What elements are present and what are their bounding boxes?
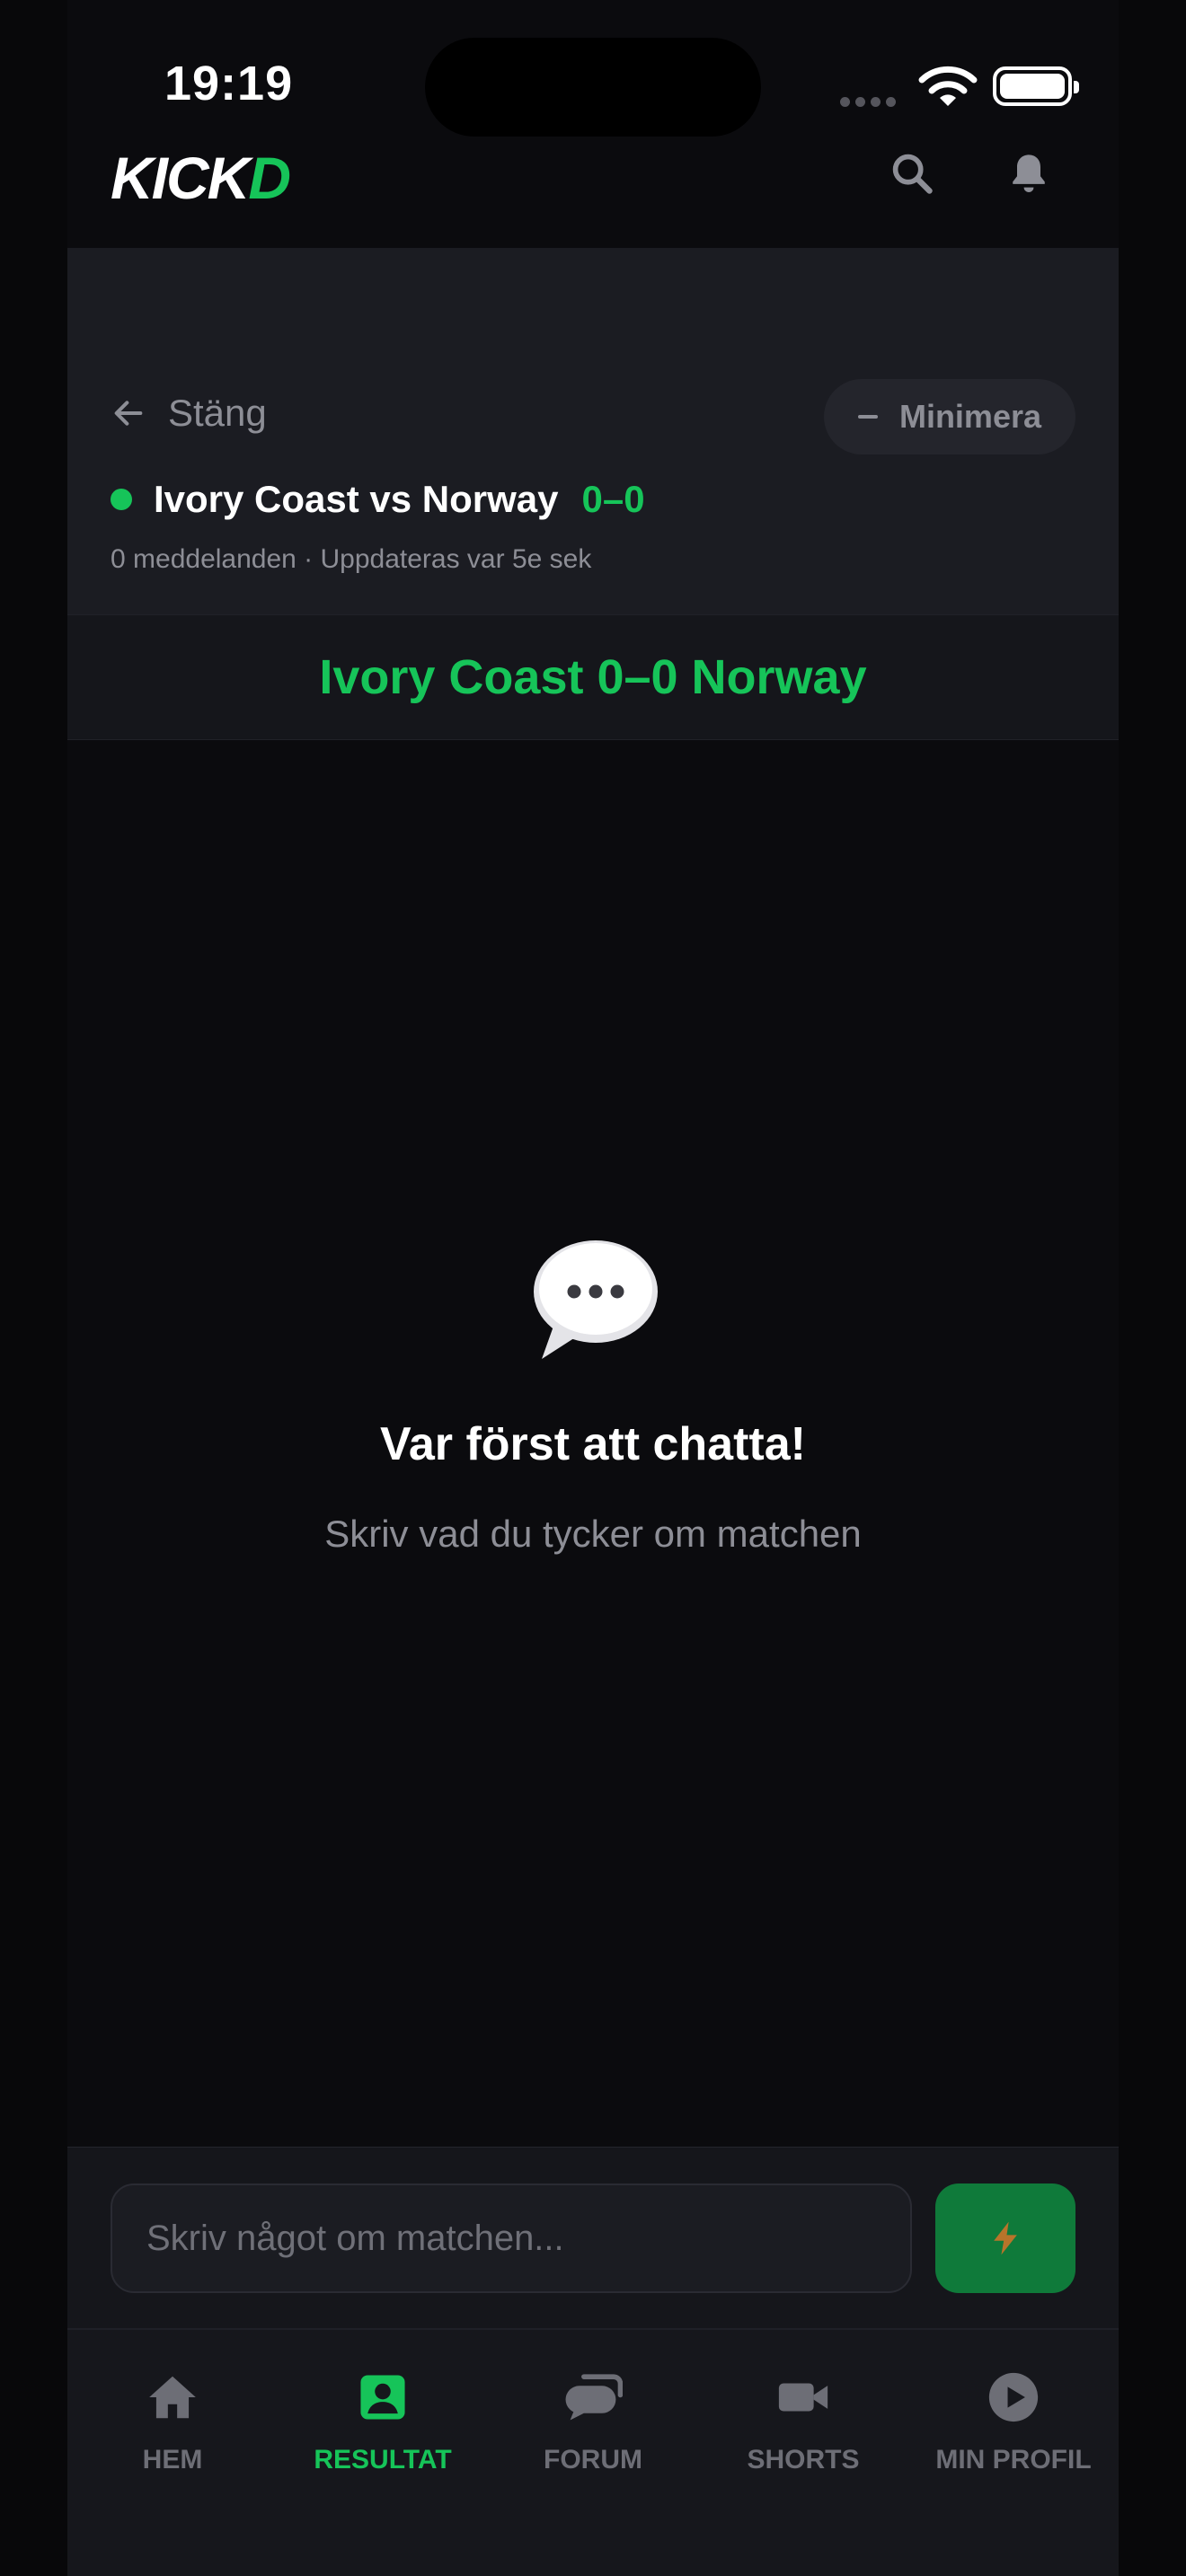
dynamic-island: [425, 38, 761, 137]
arrow-left-icon: [114, 401, 143, 426]
home-icon: [149, 2376, 196, 2419]
forum-icon: [565, 2374, 623, 2421]
wifi-icon: [918, 66, 978, 106]
lightning-icon: [994, 2221, 1017, 2255]
send-button[interactable]: [935, 2183, 1075, 2293]
app-logo[interactable]: KICKD: [111, 144, 291, 212]
minus-icon: [857, 415, 878, 419]
bell-icon: [1013, 154, 1045, 193]
cellular-signal-icon: [840, 95, 901, 111]
bottom-tab-bar: HEM RESULTAT FORUM SHORTS MIN PROFIL: [67, 2328, 1119, 2576]
tab-label: RESULTAT: [314, 2445, 452, 2475]
chat-meta: 0 meddelanden · Uppdateras var 5e sek: [111, 544, 592, 574]
play-icon: [988, 2372, 1039, 2422]
close-chat-button[interactable]: Stäng: [111, 392, 267, 435]
live-indicator-icon: [111, 489, 132, 510]
tab-label: HEM: [142, 2445, 203, 2475]
tab-label: FORUM: [544, 2445, 642, 2475]
message-input[interactable]: [111, 2183, 912, 2293]
chat-panel-header: Stäng Minimera Ivory Coast vs Norway 0–0…: [67, 248, 1119, 614]
status-time: 19:19: [164, 57, 294, 110]
app-screen: 19:19 KICKD Stäng Minimera Ivory Coast v…: [67, 0, 1119, 2576]
message-composer: [67, 2147, 1119, 2329]
search-button[interactable]: [881, 142, 943, 205]
tab-min-profil[interactable]: MIN PROFIL: [908, 2366, 1119, 2475]
match-title-row: Ivory Coast vs Norway 0–0: [111, 478, 645, 521]
tab-resultat[interactable]: RESULTAT: [278, 2366, 488, 2475]
tab-hem[interactable]: HEM: [67, 2366, 278, 2475]
tab-shorts[interactable]: SHORTS: [698, 2366, 908, 2475]
minimize-chat-label: Minimera: [898, 398, 1041, 435]
match-title: Ivory Coast vs Norway: [154, 478, 559, 520]
speech-bubble-icon: [534, 1240, 658, 1359]
close-chat-label: Stäng: [168, 392, 267, 434]
video-icon: [778, 2383, 828, 2412]
score-banner: Ivory Coast 0–0 Norway: [67, 614, 1119, 740]
match-score: 0–0: [581, 478, 645, 520]
tab-label: MIN PROFIL: [935, 2445, 1092, 2475]
results-icon: [360, 2375, 405, 2420]
tab-label: SHORTS: [747, 2445, 860, 2475]
empty-state-subtitle: Skriv vad du tycker om matchen: [324, 1513, 862, 1555]
search-icon: [892, 154, 933, 194]
minimize-chat-button[interactable]: Minimera: [823, 379, 1075, 454]
battery-icon: [993, 66, 1079, 106]
empty-state-title: Var först att chatta!: [380, 1418, 806, 1470]
notifications-button[interactable]: [997, 142, 1060, 205]
tab-forum[interactable]: FORUM: [488, 2366, 698, 2475]
